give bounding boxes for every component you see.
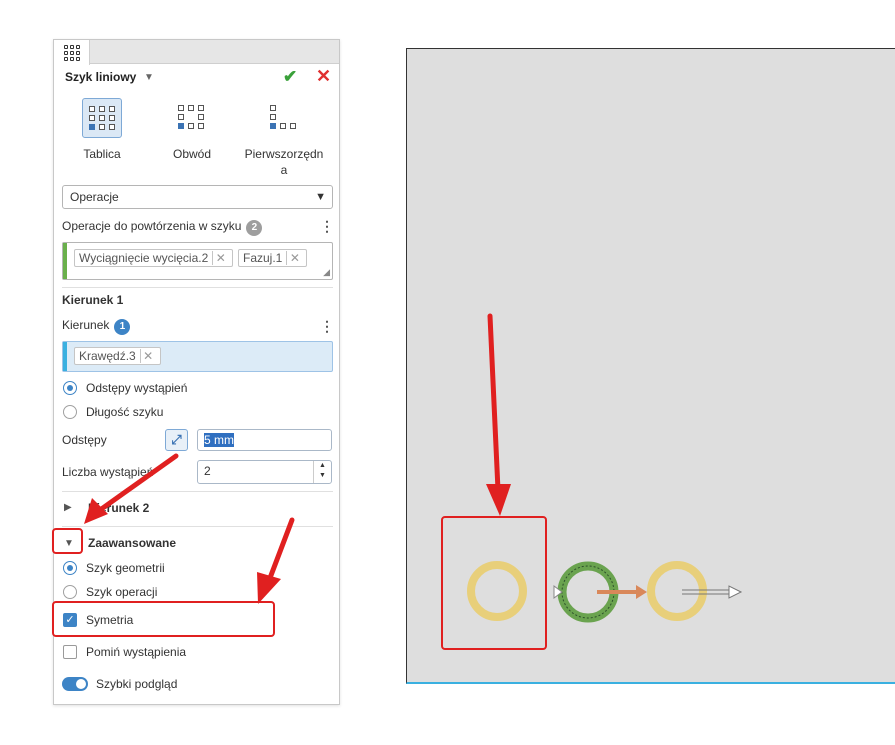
quick-preview-label: Szybki podgląd	[96, 677, 178, 691]
instance-count-label: Liczba wystąpień	[62, 465, 154, 479]
radio-feature-pattern[interactable]	[63, 585, 77, 599]
spacing-input[interactable]: 5 mm	[197, 429, 332, 451]
accept-check-icon[interactable]: ✔	[283, 67, 297, 87]
primary-pattern-icon	[264, 98, 304, 138]
operations-label: Operacje do powtórzenia w szyku 2	[62, 219, 263, 236]
geometry-pattern-label: Szyk geometrii	[86, 561, 165, 575]
instance-count-field[interactable]: 2 ▲ ▼	[197, 460, 332, 484]
annotation-box-symmetry	[52, 601, 275, 637]
chip-label: Fazuj.1	[243, 251, 283, 265]
stepper-down-icon[interactable]: ▼	[319, 472, 326, 479]
flip-arrows-icon: ⤢	[171, 432, 182, 447]
title-dropdown-icon[interactable]: ▼	[144, 72, 154, 83]
pattern-instance-ring	[647, 561, 707, 621]
resize-handle-icon[interactable]: ◢	[323, 267, 330, 278]
count-stepper[interactable]: ▲ ▼	[313, 461, 331, 483]
direction2-title[interactable]: Kierunek 2	[88, 501, 149, 515]
flip-direction-button[interactable]: ⤢	[165, 429, 188, 451]
direction-label: Kierunek 1	[62, 318, 131, 335]
direction-arrow-outline-icon	[728, 585, 743, 599]
pattern-type-primary-button[interactable]: Pierwszorzędn a	[240, 98, 328, 178]
instance-spacing-label: Odstępy wystąpień	[86, 381, 188, 395]
count-value: 2	[204, 464, 211, 478]
pattern-type-table-button[interactable]: Tablica	[67, 98, 137, 162]
direction-arrow-icon	[636, 585, 647, 599]
operation-chip[interactable]: Wyciągnięcie wycięcia.2 ✕	[74, 249, 234, 267]
direction-selection-box[interactable]: Krawędź.3 ✕	[62, 341, 333, 372]
pattern-type-label: Obwód	[172, 147, 212, 161]
expand-direction2-icon[interactable]: ▶	[64, 502, 72, 513]
radio-pattern-length[interactable]	[63, 405, 77, 419]
table-pattern-icon	[82, 98, 122, 138]
quick-preview-toggle[interactable]	[62, 677, 88, 691]
pattern-length-label: Długość szyku	[86, 405, 164, 419]
operations-more-icon[interactable]: ⋮	[320, 219, 334, 233]
radio-instance-spacing[interactable]	[63, 381, 77, 395]
direction-chip[interactable]: Krawędź.3 ✕	[74, 347, 161, 365]
remove-chip-icon[interactable]: ✕	[212, 251, 228, 265]
advanced-title[interactable]: Zaawansowane	[88, 536, 176, 550]
pattern-type-select[interactable]: Operacje ▼	[62, 185, 333, 209]
pattern-grid-icon	[64, 45, 80, 61]
skip-instances-label: Pomiń wystąpienia	[86, 645, 187, 659]
pattern-type-label: Tablica	[83, 147, 121, 161]
remove-chip-icon[interactable]: ✕	[139, 349, 156, 363]
remove-chip-icon[interactable]: ✕	[286, 251, 302, 265]
operations-count-badge: 2	[246, 220, 263, 236]
perimeter-pattern-icon	[172, 98, 212, 138]
skip-instances-checkbox[interactable]	[63, 645, 77, 659]
spacing-label: Odstępy	[62, 433, 107, 447]
cancel-x-icon[interactable]: ✕	[316, 66, 331, 87]
chip-label: Wyciągnięcie wycięcia.2	[79, 251, 209, 265]
direction-more-icon[interactable]: ⋮	[320, 319, 334, 333]
pattern-type-perimeter-button[interactable]: Obwód	[157, 98, 227, 162]
feature-pattern-label: Szyk operacji	[86, 585, 158, 599]
annotation-box-advanced-toggle	[52, 528, 83, 554]
panel-tab-bar	[54, 40, 339, 65]
spacing-value: 5 mm	[204, 433, 234, 447]
panel-title[interactable]: Szyk liniowy	[65, 70, 136, 84]
radio-geometry-pattern[interactable]	[63, 561, 77, 575]
direction-label-text: Kierunek	[62, 318, 110, 332]
select-value: Operacje	[70, 190, 119, 204]
operation-chip[interactable]: Fazuj.1 ✕	[238, 249, 308, 267]
direction-count-badge: 1	[114, 319, 131, 335]
pattern-feature-tab[interactable]	[54, 40, 90, 65]
pattern-type-label: Pierwszorzędn a	[244, 147, 324, 177]
stepper-up-icon[interactable]: ▲	[319, 462, 326, 469]
annotation-box-mirrored-instance	[441, 516, 547, 650]
chevron-down-icon: ▼	[315, 191, 326, 203]
operations-selection-box[interactable]: Wyciągnięcie wycięcia.2 ✕ Fazuj.1 ✕ ◢	[62, 242, 333, 280]
operations-label-text: Operacje do powtórzenia w szyku	[62, 219, 242, 233]
chip-label: Krawędź.3	[79, 349, 136, 363]
direction1-title: Kierunek 1	[62, 293, 124, 307]
